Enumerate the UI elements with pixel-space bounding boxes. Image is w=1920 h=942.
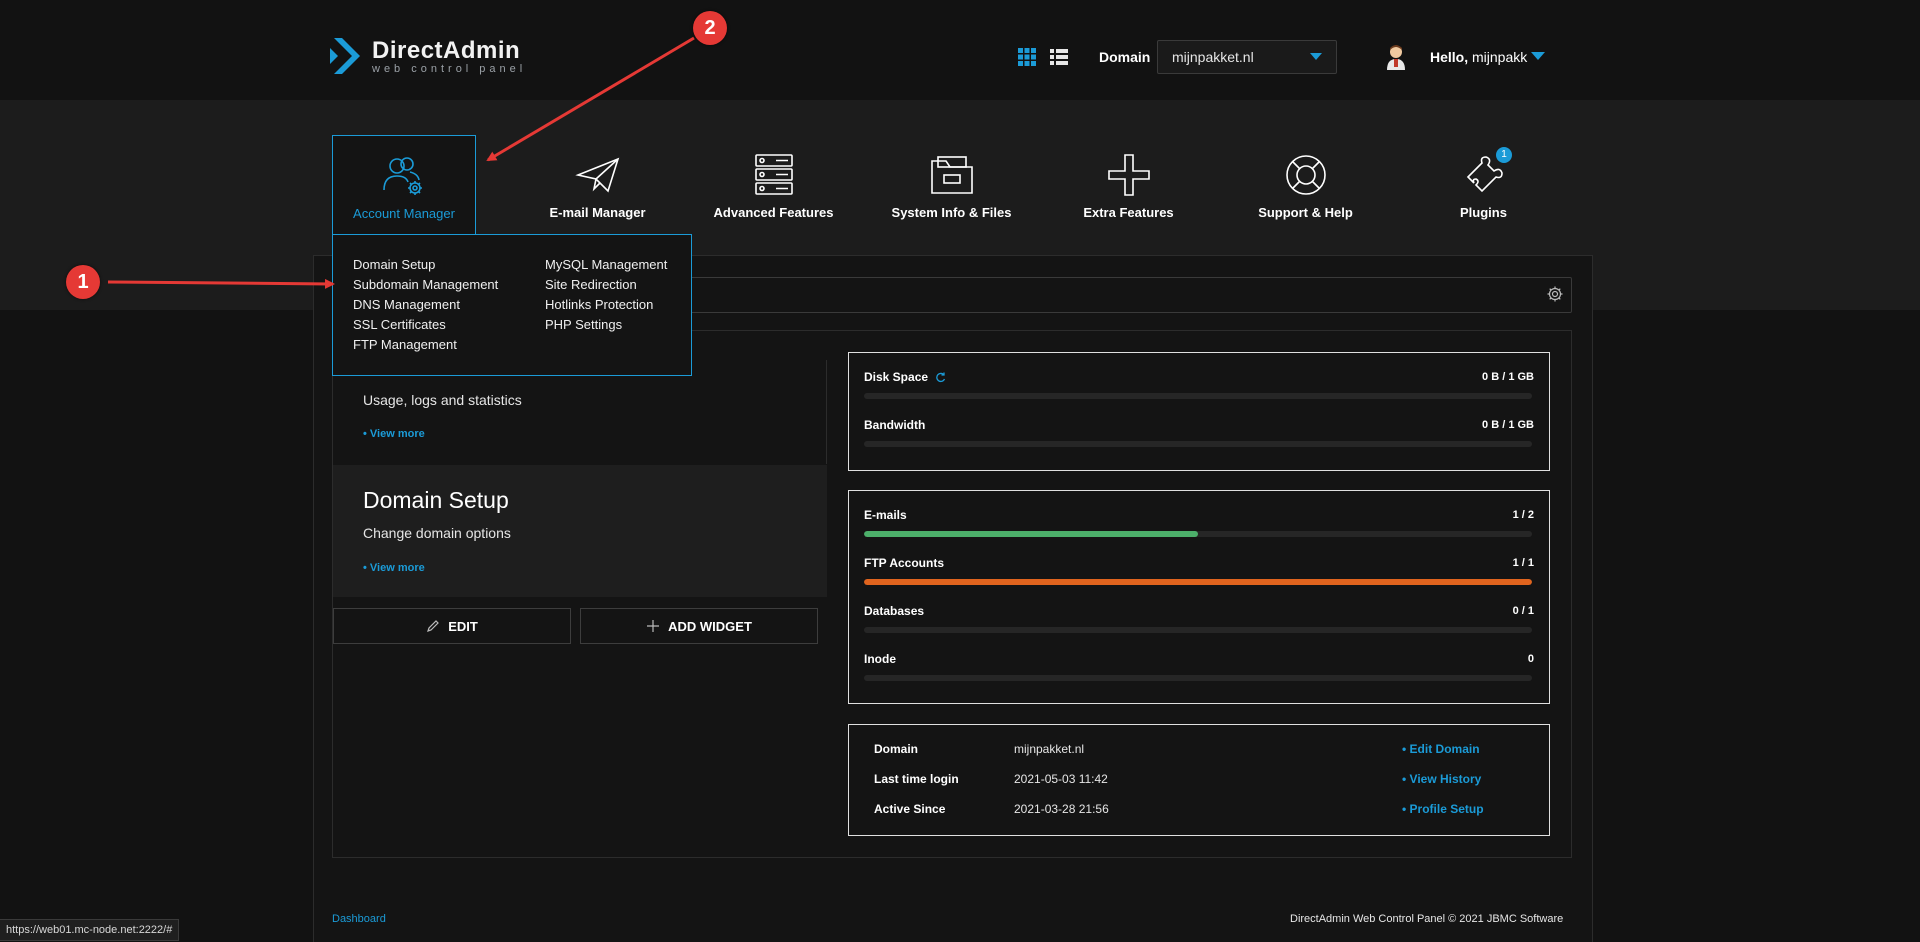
account-manager-dropdown: Domain Setup Subdomain Management DNS Ma… [332,234,692,376]
menu-item-site-redirection[interactable]: Site Redirection [545,277,637,292]
plus-icon [1107,154,1150,196]
logo[interactable]: DirectAdmin web control panel [330,36,526,76]
chevron-down-icon [1310,53,1322,60]
ftp-accounts-value: 1 / 1 [1512,557,1534,569]
footer-copyright: DirectAdmin Web Control Panel © 2021 JBM… [1290,913,1564,925]
menu-item-mysql-management[interactable]: MySQL Management [545,257,667,272]
view-more-link[interactable]: • View more [363,562,425,574]
info-login-key: Last time login [874,772,959,786]
bandwidth-label: Bandwidth [864,418,926,432]
paper-plane-icon [574,157,619,193]
menu-item-php-settings[interactable]: PHP Settings [545,317,622,332]
nav-label: Plugins [1460,205,1507,220]
nav-label: System Info & Files [891,205,1012,220]
inode-label: Inode [864,652,896,666]
user-hello-label: Hello, [1430,49,1469,65]
annotation-badge-one: 1 [66,265,100,299]
info-domain-key: Domain [874,742,919,756]
domain-select-value: mijnpakket.nl [1172,49,1254,65]
edit-button-label: EDIT [448,618,478,634]
menu-item-ftp-management[interactable]: FTP Management [353,337,457,352]
menu-item-hotlinks-protection[interactable]: Hotlinks Protection [545,297,653,312]
user-menu-chevron-icon[interactable] [1531,52,1545,60]
emails-label: E-mails [864,508,907,522]
list-view-icon[interactable] [1050,48,1068,71]
menu-item-domain-setup[interactable]: Domain Setup [353,257,435,272]
users-gear-icon [383,157,422,195]
nav-email-manager[interactable]: E-mail Manager [510,135,685,235]
bandwidth-value: 0 B / 1 GB [1482,419,1534,431]
gear-icon[interactable] [1547,286,1563,302]
nav-advanced-features[interactable]: Advanced Features [686,135,861,235]
logo-name: DirectAdmin [372,37,521,64]
nav-label: Extra Features [1083,205,1174,220]
widget-domain-setup[interactable]: Domain Setup Change domain options • Vie… [333,465,827,597]
disk-space-label-text: Disk Space [864,370,929,384]
nav-support-help[interactable]: Support & Help [1218,135,1393,235]
plus-icon [647,620,660,632]
annotation-badge-two: 2 [693,11,727,45]
ftp-accounts-bar [864,579,1532,585]
user-name: mijnpakk [1472,49,1528,65]
info-domain-value: mijnpakket.nl [1014,742,1085,756]
nav-system-info-files[interactable]: System Info & Files [864,135,1039,235]
ftp-accounts-label: FTP Accounts [864,556,945,570]
avatar[interactable] [1385,44,1407,70]
refresh-icon[interactable] [935,372,946,383]
edit-domain-link[interactable]: • Edit Domain [1402,742,1480,756]
menu-item-dns-management[interactable]: DNS Management [353,297,460,312]
profile-setup-link[interactable]: • Profile Setup [1402,802,1484,816]
footer-dashboard-link[interactable]: Dashboard [332,913,386,925]
lifebuoy-icon [1285,155,1326,195]
domain-label: Domain [1099,49,1151,65]
top-bar [0,0,1920,100]
logo-subtitle: web control panel [372,63,527,75]
plugins-badge: 1 [1496,147,1512,163]
pencil-icon [427,620,440,632]
info-login-value: 2021-05-03 11:42 [1014,772,1108,786]
nav-plugins[interactable]: 1 Plugins [1396,135,1571,235]
browser-status-bar: https://web01.mc-node.net:2222/# [0,919,180,941]
user-greeting[interactable]: Hello, mijnpakk [1430,49,1527,65]
disk-space-value: 0 B / 1 GB [1482,371,1534,383]
domain-info-box: Domain mijnpakket.nl • Edit Domain Last … [848,724,1550,836]
folder-icon [930,156,973,194]
view-history-link[interactable]: • View History [1402,772,1481,786]
disk-space-bar [864,393,1532,399]
directadmin-logo-icon [330,38,360,74]
menu-item-ssl-certificates[interactable]: SSL Certificates [353,317,446,332]
nav-label: Account Manager [353,206,455,221]
nav-label: Support & Help [1258,205,1353,220]
nav-label: Advanced Features [713,205,834,220]
databases-value: 0 / 1 [1512,605,1534,617]
widget-title: Domain Setup [363,487,509,513]
databases-bar [864,627,1532,633]
emails-value: 1 / 2 [1512,509,1534,521]
disk-space-label: Disk Space [864,370,946,384]
databases-label: Databases [864,604,925,618]
nav-extra-features[interactable]: Extra Features [1041,135,1216,235]
domain-select[interactable]: mijnpakket.nl [1157,40,1337,74]
inode-value: 0 [1527,653,1534,665]
nav-label: E-mail Manager [549,205,646,220]
emails-bar [864,531,1532,537]
menu-item-subdomain-management[interactable]: Subdomain Management [353,277,498,292]
nav-account-manager[interactable]: Account Manager [332,135,476,236]
add-widget-button[interactable]: ADD WIDGET [580,608,818,644]
widget-desc: Change domain options [363,525,511,541]
info-since-key: Active Since [874,802,946,816]
grid-view-icon[interactable] [1018,48,1036,71]
inode-bar [864,675,1532,681]
account-limits-box: E-mails 1 / 2 FTP Accounts 1 / 1 Databas… [848,490,1550,704]
bandwidth-bar [864,441,1532,447]
edit-button[interactable]: EDIT [333,608,571,644]
view-more-link[interactable]: • View more [363,428,425,440]
widget-usage-desc: Usage, logs and statistics [363,392,522,408]
server-icon [754,154,793,195]
add-widget-label: ADD WIDGET [668,618,752,634]
resource-usage-box: Disk Space 0 B / 1 GB Bandwidth 0 B / 1 … [848,352,1550,471]
info-since-value: 2021-03-28 21:56 [1014,802,1109,816]
